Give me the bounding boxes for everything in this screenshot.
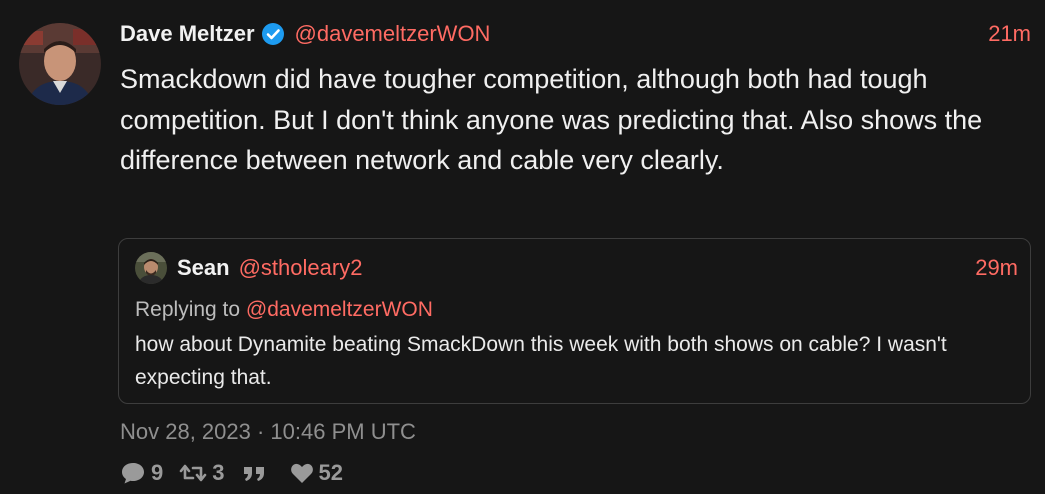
quote-stat[interactable] — [241, 461, 274, 485]
tweet-date[interactable]: Nov 28, 2023 · 10:46 PM UTC — [120, 419, 416, 445]
quoted-tweet-header: Sean @stholeary2 29m — [135, 251, 1018, 285]
tweet-stats: 9 3 52 — [120, 460, 359, 486]
like-count: 52 — [318, 460, 343, 485]
verified-badge-icon — [261, 22, 285, 46]
replying-to-prefix: Replying to — [135, 298, 241, 321]
tweet-text: Smackdown did have tougher competition, … — [120, 64, 983, 175]
replying-to-mention[interactable]: @davemeltzerWON — [246, 298, 433, 321]
retweet-count: 3 — [212, 460, 225, 485]
reply-bubble-icon — [122, 463, 144, 484]
quoted-author-avatar[interactable] — [135, 252, 167, 284]
quoted-tweet-text: how about Dynamite beating SmackDown thi… — [135, 333, 947, 389]
quoted-tweet-timestamp[interactable]: 29m — [975, 255, 1018, 281]
quoted-author-name[interactable]: Sean — [177, 255, 230, 281]
quoted-author-handle[interactable]: @stholeary2 — [239, 255, 363, 281]
replying-to-line: Replying to @davemeltzerWON — [135, 298, 433, 322]
author-name[interactable]: Dave Meltzer — [120, 21, 255, 47]
quoted-tweet[interactable]: Sean @stholeary2 29m Replying to @daveme… — [118, 238, 1031, 404]
tweet-header: Dave Meltzer @davemeltzerWON 21m — [120, 20, 1031, 48]
reply-count: 9 — [151, 460, 164, 485]
tweet-timestamp[interactable]: 21m — [988, 21, 1031, 47]
reply-stat[interactable]: 9 — [120, 460, 163, 486]
retweet-icon — [179, 464, 207, 482]
retweet-stat[interactable]: 3 — [179, 460, 225, 486]
heart-icon — [290, 463, 313, 483]
quote-icon — [243, 467, 264, 481]
like-stat[interactable]: 52 — [290, 460, 343, 486]
author-avatar[interactable] — [19, 23, 101, 105]
author-handle[interactable]: @davemeltzerWON — [295, 21, 491, 47]
